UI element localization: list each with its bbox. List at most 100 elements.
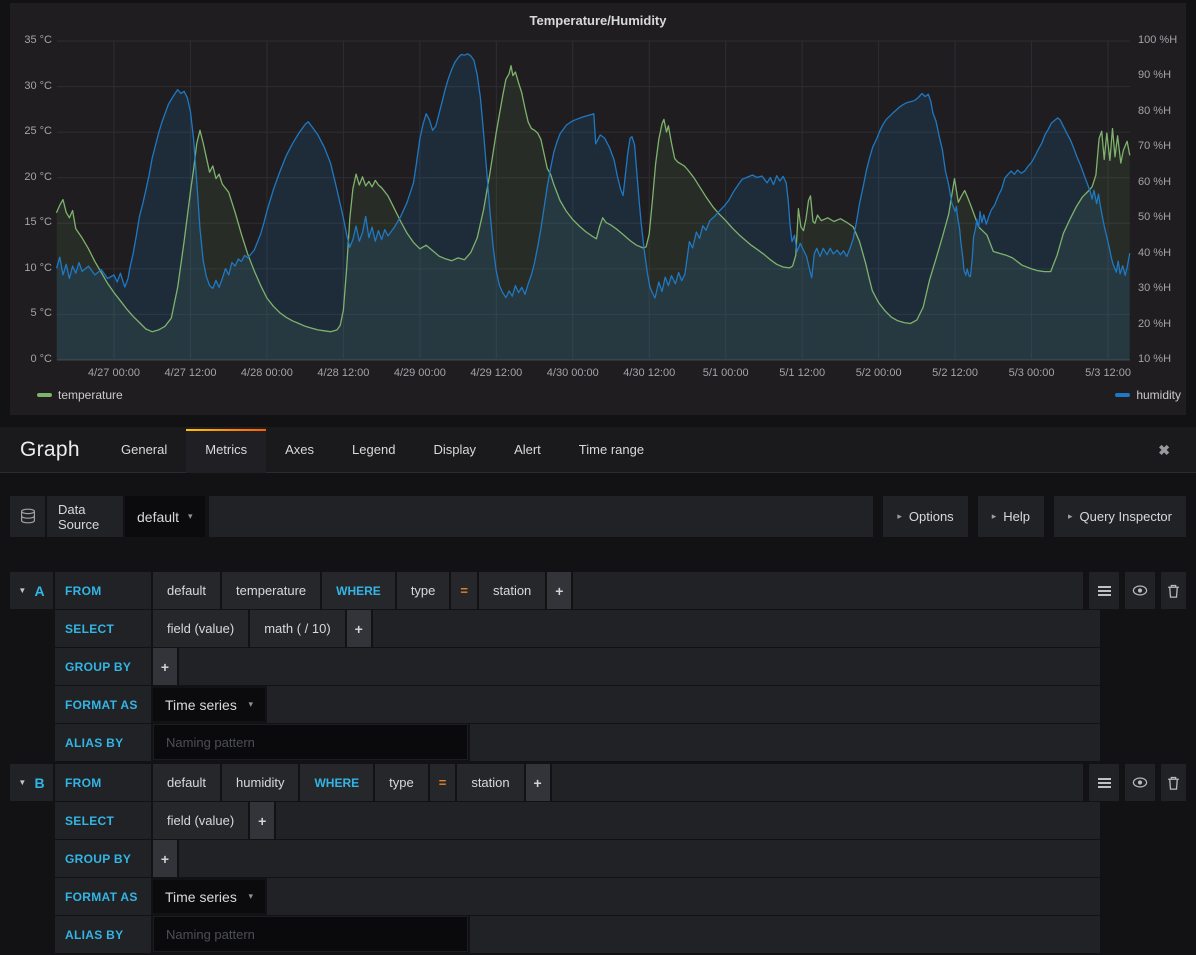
tab-legend[interactable]: Legend [333,427,414,473]
x-axis-tick: 4/29 00:00 [382,367,458,379]
add-group-by-button[interactable]: + [153,648,177,685]
query-a-groupby-row: GROUP BY + [10,648,1186,685]
editor-tabs: GeneralMetricsAxesLegendDisplayAlertTime… [102,427,663,473]
x-axis-tick: 5/3 12:00 [1070,367,1146,379]
chevron-down-icon: ▾ [248,699,253,710]
temperature-series-swatch [37,393,52,397]
query-b-from-row: ▼ B FROM default humidity WHERE type = s… [10,764,1186,801]
trash-icon [1167,584,1180,598]
where-operator-part[interactable]: = [451,572,477,609]
database-icon [10,496,45,537]
caret-right-icon: ▸ [992,511,997,522]
legend-label-humidity: humidity [1136,388,1181,402]
panel-type-title: Graph [20,427,80,473]
select-math-part[interactable]: math ( / 10) [250,610,344,647]
x-axis-tick: 5/1 12:00 [764,367,840,379]
from-measurement-part[interactable]: humidity [222,764,298,801]
where-keyword[interactable]: WHERE [322,572,395,609]
from-measurement-part[interactable]: temperature [222,572,320,609]
humidity-series-swatch [1115,393,1130,397]
tab-metrics[interactable]: Metrics [186,427,266,473]
add-where-button[interactable]: + [547,572,571,609]
legend-item-humidity[interactable]: humidity [1115,388,1181,402]
y-axis-right-tick: 60 %H [1138,176,1171,188]
y-axis-left-tick: 10 °C [10,262,52,274]
tab-general[interactable]: General [102,427,186,473]
y-axis-right-tick: 10 %H [1138,353,1171,365]
query-b-select-row: SELECT field (value) + [10,802,1186,839]
query-toggle-visibility-button[interactable] [1125,764,1155,801]
query-a-select-row: SELECT field (value) math ( / 10) + [10,610,1186,647]
x-axis-tick: 4/30 00:00 [535,367,611,379]
select-field-part[interactable]: field (value) [153,802,248,839]
x-axis-tick: 4/29 12:00 [458,367,534,379]
format-as-label: FORMAT AS [55,686,151,723]
alias-by-input[interactable] [153,916,468,952]
x-axis-tick: 4/27 12:00 [152,367,228,379]
query-b-collapse-toggle[interactable]: ▼ B [10,764,53,801]
query-a-from-row: ▼ A FROM default temperature WHERE type … [10,572,1186,609]
legend-item-temperature[interactable]: temperature [37,388,123,402]
query-inspector-button[interactable]: ▸ Query Inspector [1054,496,1186,537]
y-axis-right-tick: 90 %H [1138,69,1171,81]
x-axis-tick: 5/1 00:00 [688,367,764,379]
where-keyword[interactable]: WHERE [300,764,373,801]
add-group-by-button[interactable]: + [153,840,177,877]
alias-by-label: ALIAS BY [55,724,151,761]
from-datasource-part[interactable]: default [153,764,220,801]
options-button[interactable]: ▸ Options [883,496,967,537]
x-axis-tick: 5/2 00:00 [841,367,917,379]
where-operator-part[interactable]: = [430,764,456,801]
query-a-alias-row: ALIAS BY [10,724,1186,761]
datasource-select[interactable]: default ▾ [125,496,205,537]
where-key-part[interactable]: type [375,764,428,801]
chevron-down-icon: ▾ [248,891,253,902]
query-a-format-row: FORMAT AS Time series ▾ [10,686,1186,723]
y-axis-right-tick: 30 %H [1138,282,1171,294]
query-a-collapse-toggle[interactable]: ▼ A [10,572,53,609]
where-value-part[interactable]: station [479,572,545,609]
query-delete-button[interactable] [1161,764,1186,801]
query-menu-button[interactable] [1089,572,1119,609]
menu-icon [1098,586,1111,596]
close-icon[interactable]: ✖ [1158,427,1170,473]
eye-icon [1132,777,1148,788]
y-axis-left-tick: 35 °C [10,34,52,46]
query-delete-button[interactable] [1161,572,1186,609]
tab-display[interactable]: Display [414,427,495,473]
add-where-button[interactable]: + [526,764,550,801]
query-toggle-visibility-button[interactable] [1125,572,1155,609]
select-field-part[interactable]: field (value) [153,610,248,647]
tab-alert[interactable]: Alert [495,427,560,473]
y-axis-right-tick: 100 %H [1138,34,1177,46]
format-as-select[interactable]: Time series ▾ [153,880,265,913]
format-as-select[interactable]: Time series ▾ [153,688,265,721]
datasource-label: Data Source [47,496,123,537]
alias-by-label: ALIAS BY [55,916,151,953]
query-b-groupby-row: GROUP BY + [10,840,1186,877]
y-axis-left-tick: 0 °C [10,353,52,365]
help-button[interactable]: ▸ Help [978,496,1044,537]
from-datasource-part[interactable]: default [153,572,220,609]
alias-by-input[interactable] [153,724,468,760]
tab-axes[interactable]: Axes [266,427,333,473]
where-key-part[interactable]: type [397,572,450,609]
y-axis-left-tick: 15 °C [10,216,52,228]
x-axis-tick: 4/27 00:00 [76,367,152,379]
caret-down-icon: ▼ [18,586,26,595]
group-by-label: GROUP BY [55,648,151,685]
group-by-label: GROUP BY [55,840,151,877]
legend-label-temperature: temperature [58,388,123,402]
caret-right-icon: ▸ [897,511,902,522]
where-value-part[interactable]: station [457,764,523,801]
select-label: SELECT [55,802,151,839]
y-axis-right-tick: 80 %H [1138,105,1171,117]
add-select-button[interactable]: + [347,610,371,647]
query-ref-id: B [35,775,45,791]
tab-time-range[interactable]: Time range [560,427,663,473]
query-ref-id: A [35,583,45,599]
add-select-button[interactable]: + [250,802,274,839]
query-menu-button[interactable] [1089,764,1119,801]
caret-right-icon: ▸ [1068,511,1073,522]
query-b-format-row: FORMAT AS Time series ▾ [10,878,1186,915]
